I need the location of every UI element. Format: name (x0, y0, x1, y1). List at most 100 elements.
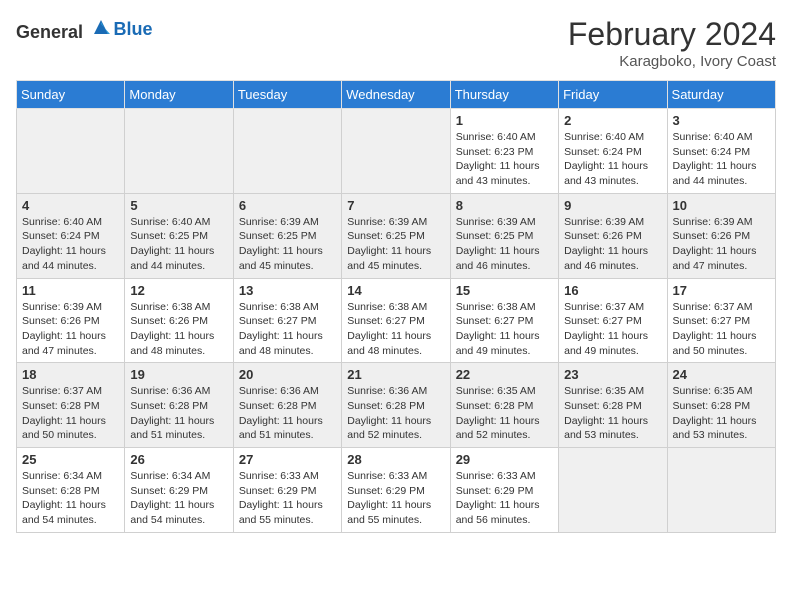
calendar-cell: 25 Sunrise: 6:34 AM Sunset: 6:28 PM Dayli… (17, 448, 125, 533)
day-number: 8 (456, 198, 553, 213)
day-number: 2 (564, 113, 661, 128)
calendar-cell: 1 Sunrise: 6:40 AM Sunset: 6:23 PM Daylig… (450, 109, 558, 194)
calendar-cell (233, 109, 341, 194)
logo-icon (90, 16, 112, 38)
day-info: Sunrise: 6:37 AM Sunset: 6:27 PM Dayligh… (564, 300, 661, 359)
calendar-cell: 11 Sunrise: 6:39 AM Sunset: 6:26 PM Dayli… (17, 278, 125, 363)
day-number: 24 (673, 367, 770, 382)
day-info: Sunrise: 6:35 AM Sunset: 6:28 PM Dayligh… (456, 384, 553, 443)
day-info: Sunrise: 6:33 AM Sunset: 6:29 PM Dayligh… (456, 469, 553, 528)
day-info: Sunrise: 6:34 AM Sunset: 6:28 PM Dayligh… (22, 469, 119, 528)
day-info: Sunrise: 6:38 AM Sunset: 6:26 PM Dayligh… (130, 300, 227, 359)
day-info: Sunrise: 6:33 AM Sunset: 6:29 PM Dayligh… (239, 469, 336, 528)
day-info: Sunrise: 6:40 AM Sunset: 6:24 PM Dayligh… (22, 215, 119, 274)
day-number: 12 (130, 283, 227, 298)
header: General Blue February 2024 Karagboko, Iv… (16, 16, 776, 70)
day-number: 15 (456, 283, 553, 298)
calendar-cell: 27 Sunrise: 6:33 AM Sunset: 6:29 PM Dayli… (233, 448, 341, 533)
day-number: 18 (22, 367, 119, 382)
day-number: 5 (130, 198, 227, 213)
calendar-cell: 21Sunrise: 6:36 AM Sunset: 6:28 PM Dayli… (342, 363, 450, 448)
calendar-cell: 8 Sunrise: 6:39 AM Sunset: 6:25 PM Daylig… (450, 193, 558, 278)
calendar-cell: 20 Sunrise: 6:36 AM Sunset: 6:28 PM Dayli… (233, 363, 341, 448)
day-number: 17 (673, 283, 770, 298)
calendar-week-row: 4 Sunrise: 6:40 AM Sunset: 6:24 PM Daylig… (17, 193, 776, 278)
calendar-cell: 29 Sunrise: 6:33 AM Sunset: 6:29 PM Dayli… (450, 448, 558, 533)
calendar-header-tuesday: Tuesday (233, 81, 341, 109)
calendar-week-row: 1 Sunrise: 6:40 AM Sunset: 6:23 PM Daylig… (17, 109, 776, 194)
day-info: Sunrise: 6:35 AM Sunset: 6:28 PM Dayligh… (564, 384, 661, 443)
day-number: 7 (347, 198, 444, 213)
day-number: 28 (347, 452, 444, 467)
day-number: 29 (456, 452, 553, 467)
day-info: Sunrise: 6:40 AM Sunset: 6:25 PM Dayligh… (130, 215, 227, 274)
calendar-week-row: 11 Sunrise: 6:39 AM Sunset: 6:26 PM Dayli… (17, 278, 776, 363)
calendar-cell (667, 448, 775, 533)
day-number: 26 (130, 452, 227, 467)
day-number: 22 (456, 367, 553, 382)
location-subtitle: Karagboko, Ivory Coast (568, 53, 776, 70)
day-number: 25 (22, 452, 119, 467)
day-number: 21 (347, 367, 444, 382)
calendar-week-row: 18 Sunrise: 6:37 AM Sunset: 6:28 PM Dayli… (17, 363, 776, 448)
day-number: 1 (456, 113, 553, 128)
day-info: Sunrise: 6:39 AM Sunset: 6:25 PM Dayligh… (239, 215, 336, 274)
calendar-cell: 24Sunrise: 6:35 AM Sunset: 6:28 PM Dayli… (667, 363, 775, 448)
calendar-cell: 12 Sunrise: 6:38 AM Sunset: 6:26 PM Dayli… (125, 278, 233, 363)
logo-general: General (16, 22, 83, 42)
day-info: Sunrise: 6:36 AM Sunset: 6:28 PM Dayligh… (239, 384, 336, 443)
day-number: 9 (564, 198, 661, 213)
day-number: 19 (130, 367, 227, 382)
day-number: 16 (564, 283, 661, 298)
calendar-header-sunday: Sunday (17, 81, 125, 109)
calendar-cell: 18 Sunrise: 6:37 AM Sunset: 6:28 PM Dayli… (17, 363, 125, 448)
calendar-week-row: 25 Sunrise: 6:34 AM Sunset: 6:28 PM Dayli… (17, 448, 776, 533)
day-info: Sunrise: 6:39 AM Sunset: 6:26 PM Dayligh… (673, 215, 770, 274)
day-number: 10 (673, 198, 770, 213)
calendar-cell: 4 Sunrise: 6:40 AM Sunset: 6:24 PM Daylig… (17, 193, 125, 278)
day-info: Sunrise: 6:39 AM Sunset: 6:26 PM Dayligh… (22, 300, 119, 359)
day-number: 4 (22, 198, 119, 213)
calendar-cell: 10 Sunrise: 6:39 AM Sunset: 6:26 PM Dayli… (667, 193, 775, 278)
day-number: 3 (673, 113, 770, 128)
day-info: Sunrise: 6:33 AM Sunset: 6:29 PM Dayligh… (347, 469, 444, 528)
day-info: Sunrise: 6:38 AM Sunset: 6:27 PM Dayligh… (239, 300, 336, 359)
day-info: Sunrise: 6:40 AM Sunset: 6:23 PM Dayligh… (456, 130, 553, 189)
day-info: Sunrise: 6:39 AM Sunset: 6:25 PM Dayligh… (347, 215, 444, 274)
calendar-header-row: SundayMondayTuesdayWednesdayThursdayFrid… (17, 81, 776, 109)
logo-blue: Blue (114, 19, 153, 39)
day-info: Sunrise: 6:39 AM Sunset: 6:25 PM Dayligh… (456, 215, 553, 274)
calendar-cell: 3 Sunrise: 6:40 AM Sunset: 6:24 PM Daylig… (667, 109, 775, 194)
calendar-header-friday: Friday (559, 81, 667, 109)
day-info: Sunrise: 6:34 AM Sunset: 6:29 PM Dayligh… (130, 469, 227, 528)
month-year-title: February 2024 (568, 16, 776, 53)
day-number: 11 (22, 283, 119, 298)
calendar-cell (559, 448, 667, 533)
calendar-cell: 6Sunrise: 6:39 AM Sunset: 6:25 PM Daylig… (233, 193, 341, 278)
calendar-cell: 9Sunrise: 6:39 AM Sunset: 6:26 PM Daylig… (559, 193, 667, 278)
day-info: Sunrise: 6:37 AM Sunset: 6:28 PM Dayligh… (22, 384, 119, 443)
day-info: Sunrise: 6:36 AM Sunset: 6:28 PM Dayligh… (130, 384, 227, 443)
calendar-header-monday: Monday (125, 81, 233, 109)
day-number: 27 (239, 452, 336, 467)
day-info: Sunrise: 6:40 AM Sunset: 6:24 PM Dayligh… (564, 130, 661, 189)
day-info: Sunrise: 6:37 AM Sunset: 6:27 PM Dayligh… (673, 300, 770, 359)
calendar-cell: 2 Sunrise: 6:40 AM Sunset: 6:24 PM Daylig… (559, 109, 667, 194)
calendar-cell: 14Sunrise: 6:38 AM Sunset: 6:27 PM Dayli… (342, 278, 450, 363)
calendar-header-thursday: Thursday (450, 81, 558, 109)
calendar-cell: 17 Sunrise: 6:37 AM Sunset: 6:27 PM Dayli… (667, 278, 775, 363)
calendar-cell: 26 Sunrise: 6:34 AM Sunset: 6:29 PM Dayli… (125, 448, 233, 533)
day-number: 20 (239, 367, 336, 382)
day-number: 13 (239, 283, 336, 298)
calendar-table: SundayMondayTuesdayWednesdayThursdayFrid… (16, 80, 776, 533)
calendar-cell (17, 109, 125, 194)
day-number: 23 (564, 367, 661, 382)
calendar-cell: 22 Sunrise: 6:35 AM Sunset: 6:28 PM Dayli… (450, 363, 558, 448)
day-info: Sunrise: 6:38 AM Sunset: 6:27 PM Dayligh… (347, 300, 444, 359)
calendar-cell (125, 109, 233, 194)
day-info: Sunrise: 6:38 AM Sunset: 6:27 PM Dayligh… (456, 300, 553, 359)
calendar-cell: 19 Sunrise: 6:36 AM Sunset: 6:28 PM Dayli… (125, 363, 233, 448)
calendar-cell: 5 Sunrise: 6:40 AM Sunset: 6:25 PM Daylig… (125, 193, 233, 278)
calendar-cell: 7 Sunrise: 6:39 AM Sunset: 6:25 PM Daylig… (342, 193, 450, 278)
day-info: Sunrise: 6:40 AM Sunset: 6:24 PM Dayligh… (673, 130, 770, 189)
